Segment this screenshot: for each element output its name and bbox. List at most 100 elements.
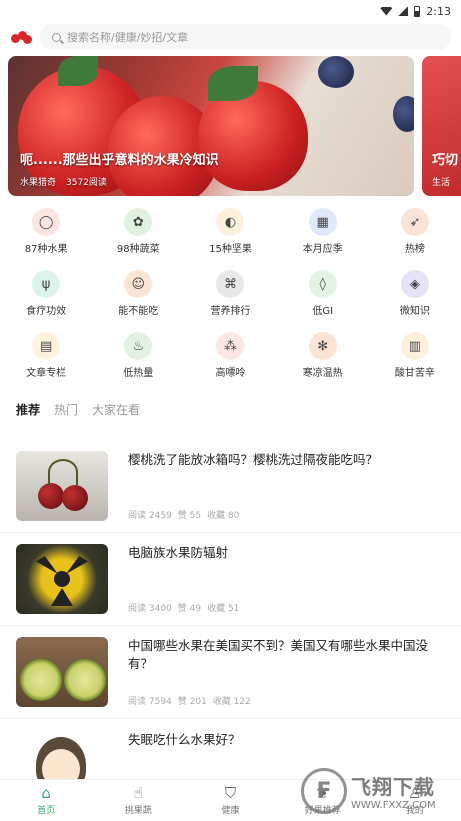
- category-item[interactable]: ▦ 本月应季: [277, 208, 369, 260]
- fav-count: 收藏 80: [207, 511, 240, 521]
- signal-icon: [398, 6, 409, 16]
- search-icon: [52, 32, 61, 42]
- snowflake-icon: ✻: [308, 332, 337, 360]
- app-logo-icon: [10, 28, 32, 46]
- category-item[interactable]: ◊ 低GI: [277, 270, 369, 322]
- tab-hot[interactable]: 热门: [54, 401, 78, 418]
- banner-meta: 水果猎奇 3572阅读: [20, 175, 107, 188]
- apple-icon: ◯: [32, 208, 61, 236]
- category-item[interactable]: ▥ 酸甘苦辛: [369, 332, 461, 384]
- fav-count: 收藏 51: [207, 604, 240, 614]
- molecule-icon: ⌘: [216, 270, 245, 298]
- article-stats: 阅读 3400 赞 49 收藏 51: [128, 601, 239, 614]
- banner-tag: 生活: [432, 178, 451, 188]
- list-item[interactable]: 樱桃洗了能放冰箱吗？樱桃洗过隔夜能吃吗？ 阅读 2459 赞 55 收藏 80: [0, 440, 461, 533]
- banner-card[interactable]: 呃......那些出乎意料的水果冷知识 水果猎奇 3572阅读: [8, 56, 414, 196]
- radiation-thumbnail: [16, 544, 108, 614]
- article-list: 樱桃洗了能放冰箱吗？樱桃洗过隔夜能吃吗？ 阅读 2459 赞 55 收藏 80 …: [0, 440, 461, 812]
- blueberry-image: [318, 56, 354, 88]
- home-icon: ⌂: [41, 784, 51, 802]
- search-bar[interactable]: 搜索名称/健康/妙招/文章: [40, 24, 451, 50]
- category-label: 寒凉温热: [302, 368, 343, 379]
- nut-icon: ◐: [216, 208, 245, 236]
- category-label: 低热量: [123, 368, 154, 379]
- status-bar: 2:13: [0, 0, 461, 22]
- banner-card-next[interactable]: 巧切 生活: [422, 56, 461, 196]
- calendar-icon: ▦: [308, 208, 337, 236]
- category-label: 微知识: [399, 306, 430, 317]
- category-label: 酸甘苦辛: [394, 368, 435, 379]
- category-label: 能不能吃: [118, 306, 159, 317]
- flame-icon: ♨: [124, 332, 153, 360]
- category-label: 文章专栏: [26, 368, 67, 379]
- article-stats: 阅读 7594 赞 201 收藏 122: [128, 694, 251, 707]
- category-item[interactable]: ☺ 能不能吃: [92, 270, 184, 322]
- watermark-url: WWW.FXXZ.COM: [351, 800, 436, 811]
- category-label: 本月应季: [302, 244, 343, 255]
- lime-thumbnail: [16, 637, 108, 707]
- banner-title: 呃......那些出乎意料的水果冷知识: [20, 153, 219, 168]
- fav-count: 收藏 122: [212, 697, 251, 707]
- article-title: 失眠吃什么水果好？: [128, 731, 241, 747]
- broccoli-icon: ✿: [124, 208, 153, 236]
- category-item[interactable]: ◈ 微知识: [369, 270, 461, 322]
- article-title: 电脑族水果防辐射: [128, 545, 229, 560]
- graduation-cap-icon: ◈: [400, 270, 429, 298]
- watermark-title: 飞翔下载: [351, 775, 435, 799]
- drop-icon: ◊: [308, 270, 337, 298]
- article-title: 樱桃洗了能放冰箱吗？樱桃洗过隔夜能吃吗？: [128, 452, 379, 467]
- article-stats: 阅读 2459 赞 55 收藏 80: [128, 508, 239, 521]
- category-item[interactable]: ψ 食疗功效: [0, 270, 92, 322]
- category-grid: ◯ 87种水果 ✿ 98种蔬菜 ◐ 15种坚果 ▦ 本月应季 ➶ 热榜 ψ 食疗功效 ☺ 能不能吃 ⌘ 营养排…: [0, 204, 461, 384]
- shield-icon: ⛉: [224, 784, 237, 802]
- nav-label: 挑果蔬: [124, 806, 152, 816]
- banner-title: 巧切: [432, 153, 459, 168]
- read-count: 阅读 2459: [128, 511, 172, 521]
- category-label: 营养排行: [210, 306, 251, 317]
- category-label: 15种坚果: [209, 244, 252, 255]
- cutlery-icon: ψ: [32, 270, 61, 298]
- category-item[interactable]: ♨ 低热量: [92, 332, 184, 384]
- category-item[interactable]: ◯ 87种水果: [0, 208, 92, 260]
- banner-carousel[interactable]: 呃......那些出乎意料的水果冷知识 水果猎奇 3572阅读 巧切 生活: [0, 56, 461, 204]
- nav-item[interactable]: ☝ 挑果蔬: [92, 780, 184, 821]
- category-item[interactable]: ⁂ 高嘌呤: [184, 332, 276, 384]
- nav-item[interactable]: ⌂ 首页: [0, 780, 92, 821]
- rocket-icon: ➶: [400, 208, 429, 236]
- clock: 2:13: [426, 4, 451, 18]
- list-item[interactable]: 电脑族水果防辐射 阅读 3400 赞 49 收藏 51: [0, 533, 461, 626]
- category-item[interactable]: ⌘ 营养排行: [184, 270, 276, 322]
- watermark-logo: F: [301, 768, 347, 814]
- category-label: 87种水果: [24, 244, 68, 255]
- category-label: 低GI: [312, 306, 334, 317]
- leaf-decoration: [58, 56, 98, 86]
- book-icon: ▥: [400, 332, 429, 360]
- category-item[interactable]: ▤ 文章专栏: [0, 332, 92, 384]
- nav-item[interactable]: ⛉ 健康: [184, 780, 276, 821]
- category-item[interactable]: ✻ 寒凉温热: [277, 332, 369, 384]
- wifi-icon: [380, 6, 393, 16]
- article-title: 中国哪些水果在美国买不到？美国又有哪些水果中国没有？: [128, 638, 429, 671]
- like-count: 赞 201: [177, 697, 207, 707]
- tab-recommend[interactable]: 推荐: [16, 401, 40, 418]
- header: 搜索名称/健康/妙招/文章: [0, 22, 461, 52]
- category-item[interactable]: ➶ 热榜: [369, 208, 461, 260]
- category-item[interactable]: ◐ 15种坚果: [184, 208, 276, 260]
- banner-reads: 3572阅读: [66, 178, 107, 188]
- read-count: 阅读 3400: [128, 604, 172, 614]
- tab-label: 推荐: [16, 403, 41, 417]
- cherry-thumbnail: [16, 451, 108, 521]
- battery-icon: [414, 5, 421, 17]
- article-icon: ▤: [32, 332, 61, 360]
- hand-icon: ☝: [133, 784, 143, 802]
- category-label: 食疗功效: [26, 306, 67, 317]
- tab-trending[interactable]: 大家在看: [92, 401, 140, 418]
- like-count: 赞 55: [177, 511, 202, 521]
- category-label: 98种蔬菜: [116, 244, 160, 255]
- category-label: 热榜: [404, 244, 425, 255]
- list-item[interactable]: 中国哪些水果在美国买不到？美国又有哪些水果中国没有？ 阅读 7594 赞 201…: [0, 626, 461, 719]
- search-placeholder: 搜索名称/健康/妙招/文章: [67, 31, 189, 44]
- blueberry-image: [393, 96, 414, 132]
- category-item[interactable]: ✿ 98种蔬菜: [92, 208, 184, 260]
- nav-label: 首页: [37, 806, 56, 816]
